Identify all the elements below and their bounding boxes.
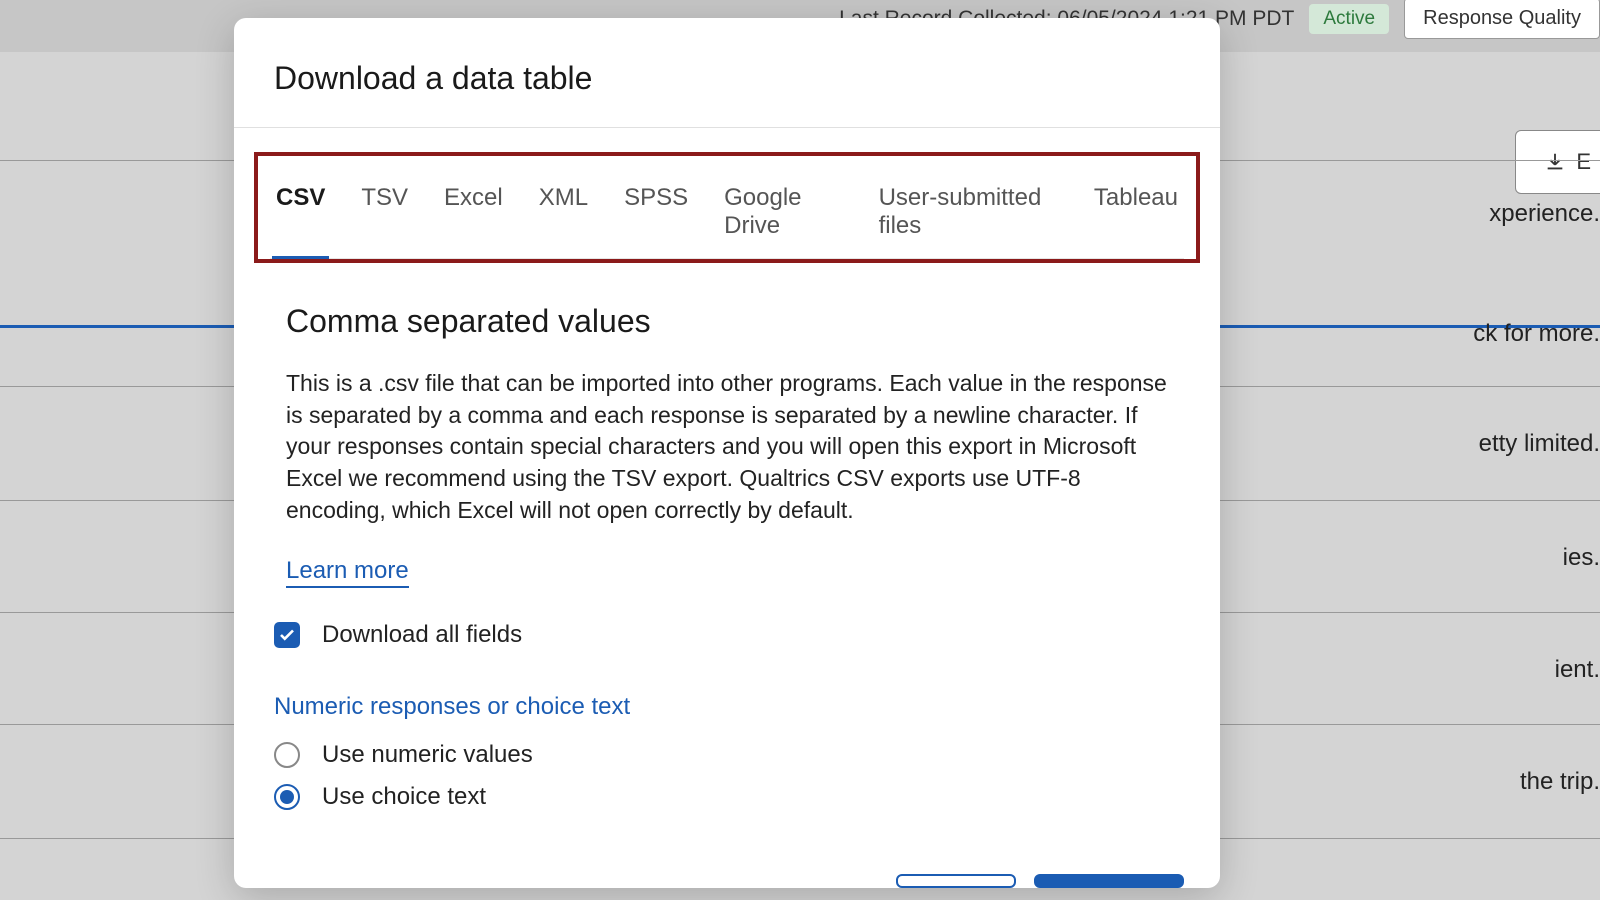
tab-google-drive[interactable]: Google Drive	[724, 184, 842, 258]
status-badge: Active	[1309, 4, 1389, 34]
tab-excel[interactable]: Excel	[444, 184, 503, 258]
format-tabs: CSV TSV Excel XML SPSS Google Drive User…	[270, 184, 1184, 259]
bg-text-fragment: ient.	[1555, 656, 1600, 684]
format-description: This is a .csv file that can be imported…	[286, 368, 1168, 527]
modal-body: CSV TSV Excel XML SPSS Google Drive User…	[234, 152, 1220, 855]
use-choice-text-radio[interactable]	[274, 784, 300, 810]
modal-title: Download a data table	[274, 60, 1180, 97]
format-title: Comma separated values	[286, 303, 1168, 340]
modal-footer	[896, 874, 1184, 888]
tab-highlight-box: CSV TSV Excel XML SPSS Google Drive User…	[254, 152, 1200, 263]
download-modal: Download a data table CSV TSV Excel XML …	[234, 18, 1220, 888]
bg-text-fragment: etty limited.	[1479, 430, 1600, 458]
use-numeric-row: Use numeric values	[274, 741, 1168, 769]
download-all-fields-label: Download all fields	[322, 621, 522, 649]
tab-csv[interactable]: CSV	[276, 184, 325, 258]
bg-text-fragment: ies.	[1563, 544, 1600, 572]
use-choice-text-row: Use choice text	[274, 783, 1168, 811]
use-numeric-radio[interactable]	[274, 742, 300, 768]
bg-text-fragment: xperience.	[1489, 200, 1600, 228]
use-numeric-label: Use numeric values	[322, 741, 533, 769]
response-format-group-title: Numeric responses or choice text	[274, 693, 1168, 721]
tab-user-files[interactable]: User-submitted files	[879, 184, 1058, 258]
cancel-button[interactable]	[896, 874, 1016, 888]
download-all-fields-row: Download all fields	[274, 621, 1168, 649]
download-all-fields-checkbox[interactable]	[274, 622, 300, 648]
format-content: Comma separated values This is a .csv fi…	[234, 263, 1220, 855]
modal-header: Download a data table	[234, 18, 1220, 128]
export-button[interactable]: E	[1515, 130, 1600, 194]
bg-text-fragment: ck for more.	[1473, 320, 1600, 348]
export-button-label: E	[1576, 149, 1591, 175]
check-icon	[278, 626, 296, 644]
tab-spss[interactable]: SPSS	[624, 184, 688, 258]
use-choice-text-label: Use choice text	[322, 783, 486, 811]
download-button[interactable]	[1034, 874, 1184, 888]
download-icon	[1544, 151, 1566, 173]
learn-more-link[interactable]: Learn more	[286, 557, 409, 588]
response-quality-button[interactable]: Response Quality	[1404, 0, 1600, 39]
tab-tsv[interactable]: TSV	[361, 184, 408, 258]
tab-xml[interactable]: XML	[539, 184, 588, 258]
bg-text-fragment: the trip.	[1520, 768, 1600, 796]
tab-tableau[interactable]: Tableau	[1094, 184, 1178, 258]
